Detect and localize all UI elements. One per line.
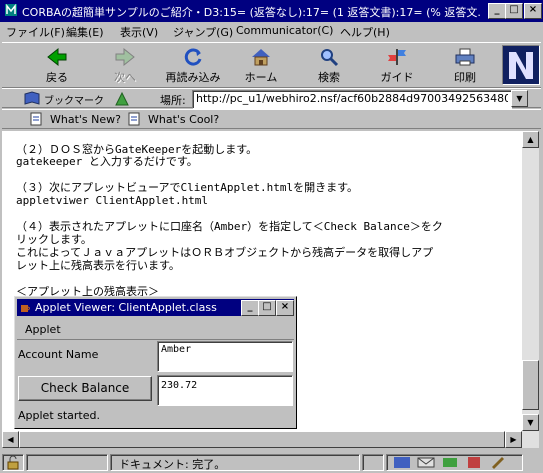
java-cup-icon [21,305,30,312]
content-line: これによってＪａｖａアプレットはＯＲＢオブジェクトから残高データを取得しアプ [16,246,434,259]
check-balance-button: Check Balance [18,376,152,401]
applet-maximize-button: □ [258,300,276,316]
search-button[interactable]: 検索 [298,45,360,87]
address-book-icon[interactable] [465,456,483,469]
status-message: ドキュメント: 完了。 [119,458,226,471]
whats-new-link[interactable]: What's New? [30,112,122,128]
location-bar: ブックマーク 場所: http://pc_u1/webhiro2.nsf/acf… [2,88,541,109]
scroll-down-button[interactable]: ▼ [522,414,539,431]
progress-bar [26,454,108,471]
menu-view[interactable]: 表示(V) [120,24,158,40]
component-bar [386,454,523,471]
reload-icon [184,48,202,66]
back-button[interactable]: 戻る [26,45,88,87]
home-button[interactable]: ホーム [230,45,292,87]
applet-close-button: × [276,300,294,316]
menu-communicator[interactable]: Communicator(C) [236,24,333,37]
applet-divider [17,339,294,340]
scroll-up-button[interactable]: ▲ [522,131,539,148]
search-icon [321,49,339,67]
applet-menu: Applet [25,323,61,336]
forward-button[interactable]: 次へ [94,45,156,87]
content-line: レット上に残高表示を行います。 [16,259,180,272]
netscape-n-icon [503,46,539,84]
app-icon [4,3,18,17]
content-line: （３）次にアプレットビューアでClientApplet.htmlを開きます。 [16,181,359,194]
account-name-field: Amber [157,341,293,372]
newsgroup-icon[interactable] [441,456,459,469]
printer-icon [455,48,475,66]
content-line: （４）表示されたアプレットに口座名（Amber）を指定して＜Check Bala… [16,220,443,233]
navigation-toolbar: 戻る 次へ 再読み込み ホーム 検索 ガイド 印刷 [2,42,541,88]
applet-minimize-button: _ [241,300,259,316]
url-field[interactable]: http://pc_u1/webhiro2.nsf/acf60b2884d970… [192,90,512,109]
url-dropdown-button[interactable]: ▼ [511,90,528,107]
location-label: 場所: [160,94,186,107]
home-icon [252,49,270,66]
account-name-label: Account Name [18,348,99,361]
status-message-box: ドキュメント: 完了。 [110,454,360,471]
page-proxy-icon[interactable] [114,91,130,107]
content-line: appletviwer ClientApplet.html [16,194,209,207]
status-bar: ドキュメント: 完了。 [0,452,543,473]
reload-button[interactable]: 再読み込み [162,45,224,87]
bookmarks-button[interactable]: ブックマーク [24,91,106,107]
document-icon [30,112,42,126]
print-button[interactable]: 印刷 [434,45,496,87]
status-slot [362,454,384,471]
whats-cool-link[interactable]: What's Cool? [128,112,220,128]
document-icon [128,112,140,126]
scroll-left-button[interactable]: ◀ [2,431,19,448]
applet-title-bar: Applet Viewer: ClientApplet.class _ □ × [17,299,294,316]
window-title: CORBAの超簡単サンプルのご紹介・D3:15= (返答なし):17= (1 返… [22,6,482,19]
security-lock-icon[interactable] [2,454,24,471]
netscape-logo[interactable] [502,45,540,85]
window-title-bar: CORBAの超簡単サンプルのご紹介・D3:15= (返答なし):17= (1 返… [0,0,543,22]
applet-viewer-image: Applet Viewer: ClientApplet.class _ □ × … [14,296,297,429]
navigator-icon[interactable] [393,456,411,469]
minimize-button[interactable]: _ [488,3,506,19]
scroll-right-button[interactable]: ▶ [505,431,522,448]
menu-bar: ファイル(F) 編集(E) 表示(V) ジャンプ(G) Communicator… [0,22,543,41]
mail-icon[interactable] [417,456,435,469]
forward-arrow-icon [115,47,135,67]
guide-button[interactable]: ガイド [366,45,428,87]
horizontal-scrollbar[interactable]: ◀ ▶ [2,431,522,448]
menu-edit[interactable]: 編集(E) [66,24,104,40]
personal-toolbar: What's New? What's Cool? [2,109,541,129]
applet-status-text: Applet started. [18,409,100,422]
vertical-scrollbar[interactable]: ▲ ▼ [522,131,539,448]
content-line: リックします。 [16,233,92,246]
menu-go[interactable]: ジャンプ(G) [173,24,233,40]
balance-field: 230.72 [157,375,293,406]
content-line: gatekeeper と入力するだけです。 [16,155,198,168]
bookmark-icon [24,91,40,105]
guide-icon [388,49,406,65]
horizontal-scroll-thumb[interactable] [19,431,505,448]
back-arrow-icon [47,47,67,67]
menu-file[interactable]: ファイル(F) [6,24,65,40]
composer-icon[interactable] [489,456,507,469]
maximize-button[interactable]: □ [505,3,523,19]
vertical-scroll-thumb[interactable] [522,360,539,410]
menu-help[interactable]: ヘルプ(H) [340,24,390,40]
close-button[interactable]: × [524,3,542,19]
